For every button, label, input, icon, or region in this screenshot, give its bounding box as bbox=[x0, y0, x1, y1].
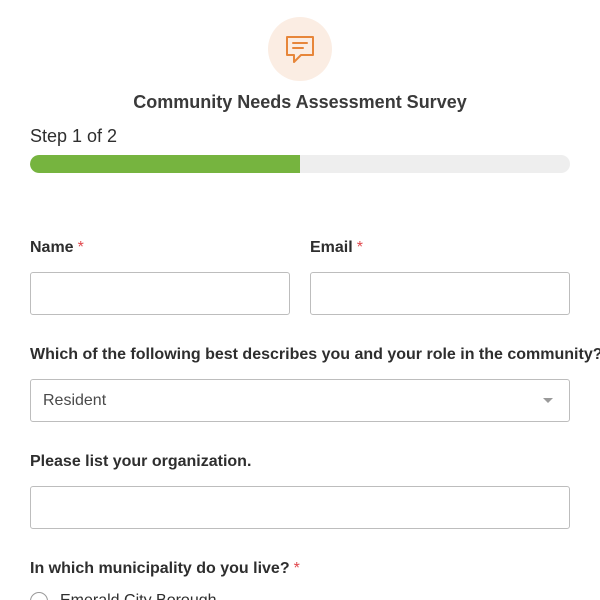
organization-label-text: Please list your organization. bbox=[30, 453, 252, 470]
required-asterisk: * bbox=[293, 560, 300, 577]
form-title: Community Needs Assessment Survey bbox=[133, 92, 467, 112]
required-asterisk: * bbox=[356, 239, 363, 256]
role-select[interactable]: Resident bbox=[30, 379, 570, 422]
email-label-text: Email bbox=[310, 239, 353, 256]
municipality-question-label: In which municipality do you live? * bbox=[30, 560, 300, 578]
name-label-text: Name bbox=[30, 239, 74, 256]
organization-label: Please list your organization. bbox=[30, 453, 251, 471]
organization-input[interactable] bbox=[30, 486, 570, 529]
chat-bubble-icon bbox=[286, 36, 314, 63]
name-label: Name * bbox=[30, 239, 84, 257]
chevron-down-icon bbox=[543, 398, 553, 403]
survey-form-page: Community Needs Assessment Survey Step 1… bbox=[0, 0, 600, 600]
progress-bar bbox=[30, 155, 570, 173]
municipality-option-label: Emerald City Borough bbox=[60, 592, 217, 600]
role-question-text: Which of the following best describes yo… bbox=[30, 346, 600, 363]
step-indicator: Step 1 of 2 bbox=[30, 126, 118, 146]
required-asterisk: * bbox=[77, 239, 84, 256]
municipality-option[interactable]: Emerald City Borough bbox=[30, 592, 217, 600]
email-input[interactable] bbox=[310, 272, 570, 315]
name-input[interactable] bbox=[30, 272, 290, 315]
role-select-value: Resident bbox=[43, 391, 107, 409]
municipality-question-text: In which municipality do you live? bbox=[30, 560, 290, 577]
email-label: Email * bbox=[310, 239, 363, 257]
form-header-icon-badge bbox=[268, 17, 332, 81]
role-question-label: Which of the following best describes yo… bbox=[30, 346, 600, 364]
progress-bar-fill bbox=[30, 155, 300, 173]
radio-button[interactable] bbox=[30, 592, 48, 600]
